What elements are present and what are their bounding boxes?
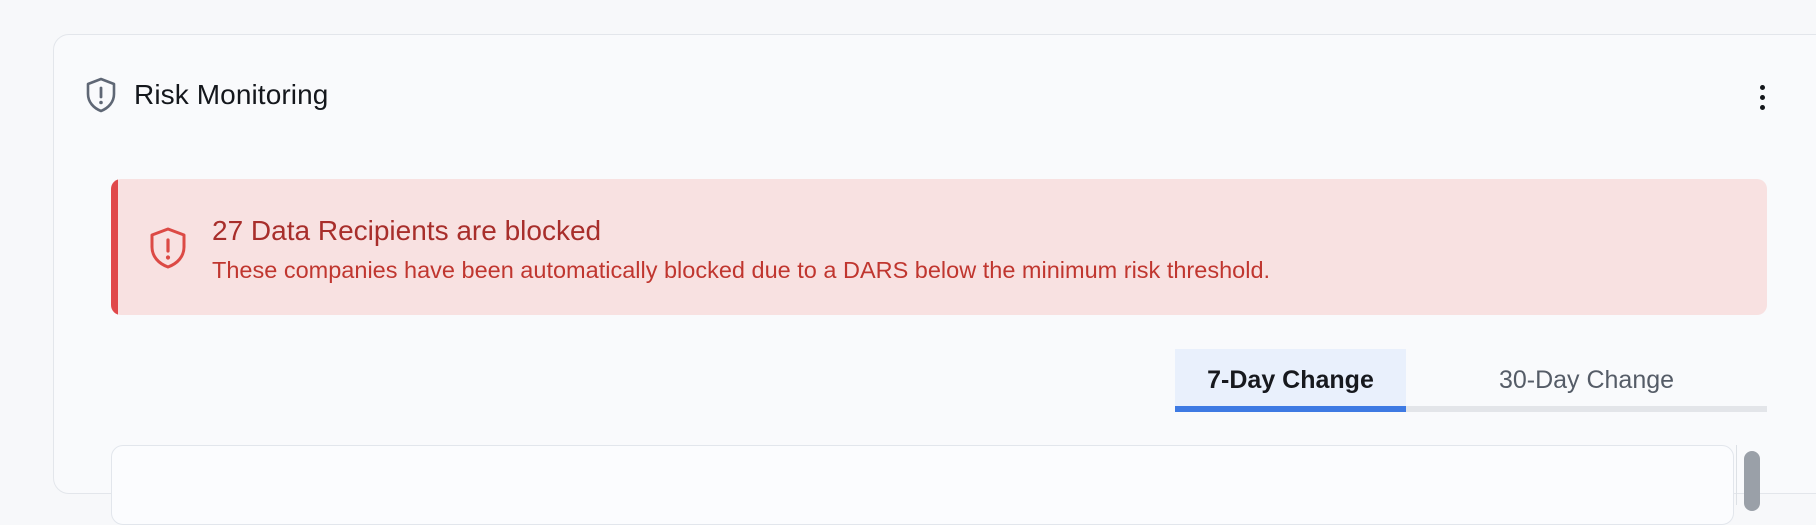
content-panel xyxy=(111,445,1734,525)
alert-title: 27 Data Recipients are blocked xyxy=(212,215,602,246)
active-tab-indicator xyxy=(1175,406,1406,412)
change-period-tabs: 7-Day Change 30-Day Change xyxy=(1175,349,1767,412)
tab-30-day-change[interactable]: 30-Day Change xyxy=(1406,349,1767,412)
kebab-menu-icon xyxy=(1759,84,1765,90)
tab-label: 30-Day Change xyxy=(1498,366,1675,394)
alert-message: These companies have been automatically … xyxy=(212,257,1271,283)
tab-7-day-change[interactable]: 7-Day Change xyxy=(1175,349,1406,412)
tab-label: 7-Day Change xyxy=(1207,366,1374,394)
page-title: Risk Monitoring xyxy=(134,79,329,110)
alert-accent-bar xyxy=(111,179,118,315)
scrollbar-track xyxy=(1736,445,1737,505)
blocked-recipients-alert: 27 Data Recipients are blocked These com… xyxy=(111,179,1767,315)
card-header: Risk Monitoring xyxy=(54,35,1816,155)
scrollbar-thumb[interactable] xyxy=(1744,451,1760,511)
shield-alert-icon xyxy=(149,227,187,269)
shield-alert-icon xyxy=(85,77,117,113)
more-options-button[interactable] xyxy=(1748,79,1776,115)
risk-monitoring-card: Risk Monitoring 27 Data Recipients are b… xyxy=(53,34,1816,525)
